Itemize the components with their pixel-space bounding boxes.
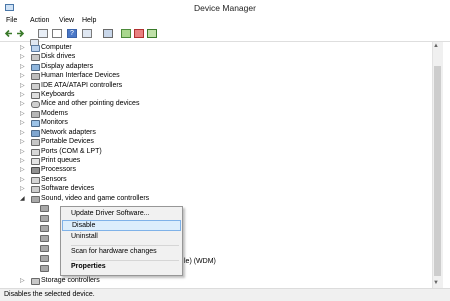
expand-arrow-icon[interactable]: ▷ bbox=[20, 44, 25, 51]
menu-item-update-driver[interactable]: Update Driver Software... bbox=[62, 209, 181, 220]
modem-icon bbox=[31, 111, 40, 118]
update-driver-icon[interactable] bbox=[103, 29, 113, 38]
portable-device-icon bbox=[31, 139, 40, 146]
tree-item-label: Keyboards bbox=[41, 91, 75, 98]
sensor-icon bbox=[31, 177, 40, 184]
tree-item-label: Modems bbox=[41, 110, 68, 117]
tree-item-label: Portable Devices bbox=[41, 138, 94, 145]
tree-item-label: Human Interface Devices bbox=[41, 72, 120, 79]
expand-arrow-icon[interactable]: ▷ bbox=[20, 176, 25, 183]
tree-item-label: Disk drives bbox=[41, 53, 76, 60]
menu-help[interactable]: Help bbox=[82, 17, 96, 24]
expand-arrow-icon[interactable]: ▷ bbox=[20, 119, 25, 126]
expand-arrow-icon[interactable]: ▷ bbox=[20, 100, 25, 107]
speaker-icon[interactable] bbox=[40, 215, 49, 222]
storage-controller-icon bbox=[31, 278, 40, 285]
speaker-icon[interactable] bbox=[40, 255, 49, 262]
forward-arrow-icon[interactable] bbox=[15, 29, 25, 38]
ide-controller-icon bbox=[31, 83, 40, 90]
properties-icon[interactable] bbox=[52, 29, 62, 38]
port-icon bbox=[31, 149, 40, 156]
tree-item-label: Mice and other pointing devices bbox=[41, 100, 140, 107]
tree-item-label: Storage controllers bbox=[41, 277, 100, 284]
window-title: Device Manager bbox=[194, 3, 256, 13]
speaker-icon[interactable] bbox=[40, 205, 49, 212]
tree-item-label: Software devices bbox=[41, 185, 95, 192]
expand-arrow-icon[interactable]: ▷ bbox=[20, 110, 25, 117]
computer-icon bbox=[31, 45, 40, 52]
tree-item-label: Network adapters bbox=[41, 129, 96, 136]
scan-hardware-icon[interactable] bbox=[147, 29, 157, 38]
expand-arrow-icon[interactable]: ▷ bbox=[20, 129, 25, 136]
expand-arrow-icon[interactable]: ▷ bbox=[20, 277, 25, 284]
tree-item-label: Print queues bbox=[41, 157, 81, 164]
hid-icon bbox=[31, 73, 40, 80]
expand-arrow-icon[interactable]: ▷ bbox=[20, 157, 25, 164]
scroll-up-icon[interactable]: ▲ bbox=[433, 43, 439, 49]
uninstall-icon[interactable] bbox=[121, 29, 131, 38]
expand-arrow-icon[interactable]: ▷ bbox=[20, 91, 25, 98]
menu-file[interactable]: File bbox=[6, 17, 17, 24]
expand-arrow-icon[interactable]: ▷ bbox=[20, 53, 25, 60]
monitor-icon bbox=[31, 120, 40, 127]
tree-item-label: Sound, video and game controllers bbox=[41, 195, 150, 202]
speaker-icon[interactable] bbox=[40, 235, 49, 242]
tree-item-label: Computer bbox=[41, 44, 72, 51]
menu-separator bbox=[71, 245, 179, 246]
expand-arrow-icon[interactable]: ▷ bbox=[20, 148, 25, 155]
expand-arrow-icon[interactable]: ▷ bbox=[20, 82, 25, 89]
status-bar: Disables the selected device. bbox=[0, 288, 450, 301]
keyboard-icon bbox=[31, 92, 40, 99]
printer-icon bbox=[31, 158, 40, 165]
back-arrow-icon[interactable] bbox=[4, 29, 14, 38]
tree-item-label: Ports (COM & LPT) bbox=[41, 148, 102, 155]
menu-bar: File Action View Help bbox=[0, 16, 450, 27]
toolbar: ? bbox=[0, 27, 450, 42]
tree-item-label: Monitors bbox=[41, 119, 68, 126]
scroll-down-icon[interactable]: ▼ bbox=[433, 280, 439, 286]
menu-item-properties[interactable]: Properties bbox=[62, 262, 181, 273]
device-label-partial[interactable]: le) (WDM) bbox=[184, 258, 216, 265]
display-adapter-icon bbox=[31, 64, 40, 71]
menu-separator bbox=[71, 260, 179, 261]
view-icon[interactable] bbox=[38, 29, 48, 38]
scrollbar-thumb[interactable] bbox=[434, 66, 441, 276]
context-menu: Update Driver Software... Disable Uninst… bbox=[60, 206, 183, 276]
tree-item-label: Processors bbox=[41, 166, 77, 173]
tree-item-label: Sensors bbox=[41, 176, 67, 183]
disable-icon[interactable] bbox=[134, 29, 144, 38]
tree-item-label: IDE ATA/ATAPI controllers bbox=[41, 82, 123, 89]
network-adapter-icon bbox=[31, 130, 40, 137]
speaker-icon bbox=[31, 196, 40, 203]
software-device-icon bbox=[31, 186, 40, 193]
menu-item-uninstall[interactable]: Uninstall bbox=[62, 232, 181, 243]
title-bar: Device Manager bbox=[0, 0, 450, 17]
menu-item-scan-hardware[interactable]: Scan for hardware changes bbox=[62, 247, 181, 258]
menu-action[interactable]: Action bbox=[30, 17, 49, 24]
status-text: Disables the selected device. bbox=[4, 291, 95, 298]
menu-item-disable[interactable]: Disable bbox=[62, 220, 181, 231]
expand-arrow-icon[interactable]: ▷ bbox=[20, 63, 25, 70]
speaker-icon[interactable] bbox=[40, 245, 49, 252]
expand-arrow-icon[interactable]: ▷ bbox=[20, 166, 25, 173]
collapse-arrow-icon[interactable]: ◢ bbox=[20, 195, 25, 202]
expand-arrow-icon[interactable]: ▷ bbox=[20, 185, 25, 192]
mouse-icon bbox=[31, 101, 40, 108]
speaker-icon[interactable] bbox=[40, 265, 49, 272]
tree-item-label: Display adapters bbox=[41, 63, 94, 70]
processor-icon bbox=[31, 167, 40, 174]
expand-arrow-icon[interactable]: ▷ bbox=[20, 72, 25, 79]
device-list-icon[interactable] bbox=[82, 29, 92, 38]
menu-view[interactable]: View bbox=[59, 17, 74, 24]
help-icon[interactable]: ? bbox=[67, 29, 77, 38]
disk-drive-icon bbox=[31, 54, 40, 61]
speaker-icon[interactable] bbox=[40, 225, 49, 232]
expand-arrow-icon[interactable]: ▷ bbox=[20, 138, 25, 145]
